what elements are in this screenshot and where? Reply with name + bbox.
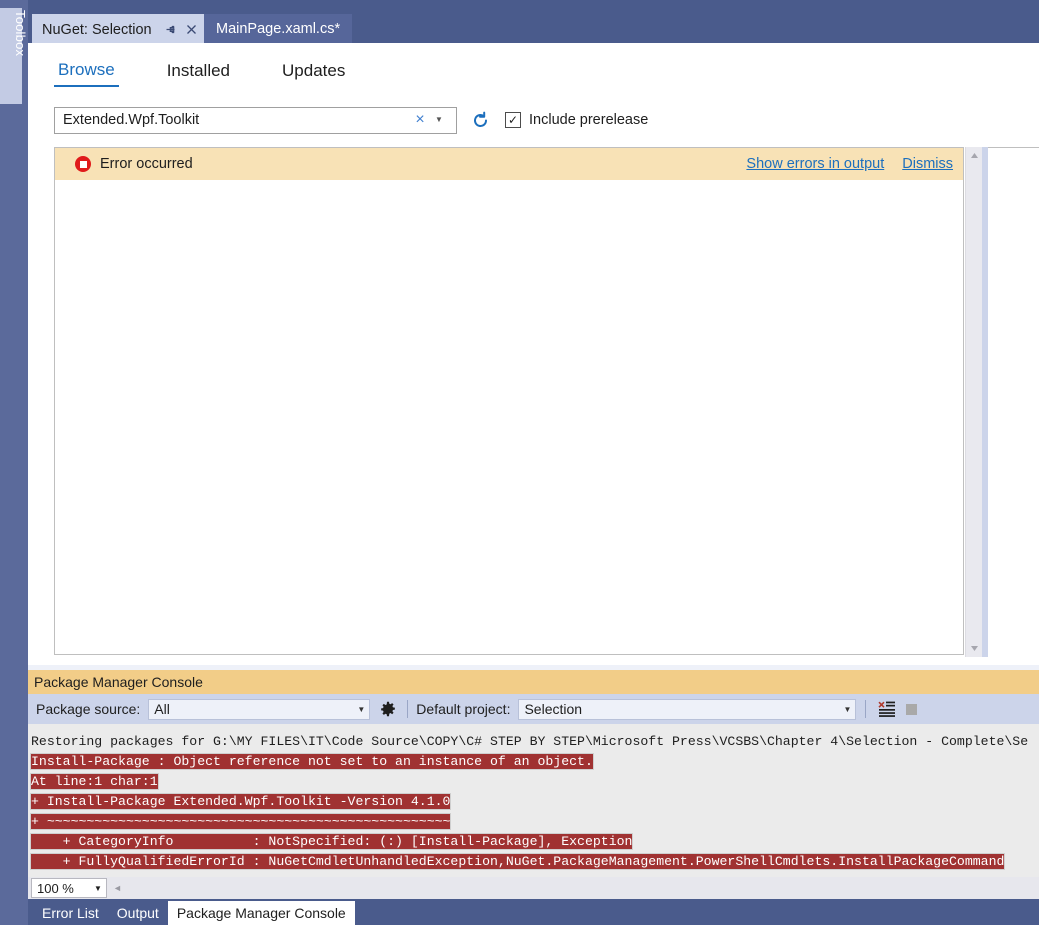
include-prerelease-label: Include prerelease — [529, 112, 649, 128]
toolbar-separator-2 — [865, 700, 867, 718]
package-list-area: Error occurred Show errors in output Dis… — [54, 147, 964, 655]
console-line-text: + FullyQualifiedErrorId : NuGetCmdletUnh… — [29, 853, 1006, 870]
close-icon[interactable] — [183, 20, 200, 40]
package-detail-pane — [988, 147, 1039, 657]
toolbox-label[interactable]: Toolbox — [0, 10, 28, 56]
tab-updates-label: Updates — [282, 60, 346, 80]
console-line-text: Restoring packages for G:\MY FILES\IT\Co… — [31, 734, 1029, 749]
package-list-scrollbar[interactable] — [965, 147, 982, 657]
package-source-label: Package source: — [36, 701, 141, 717]
tab-browse[interactable]: Browse — [54, 58, 119, 87]
dock-tab-output[interactable]: Output — [108, 901, 168, 925]
default-project-dropdown[interactable]: Selection ▼ — [518, 698, 857, 720]
show-errors-in-output-link[interactable]: Show errors in output — [746, 156, 884, 172]
console-line: Restoring packages for G:\MY FILES\IT\Co… — [28, 732, 1039, 752]
tab-updates[interactable]: Updates — [278, 59, 349, 86]
dock-tab-package-manager-console[interactable]: Package Manager Console — [167, 901, 355, 925]
error-stop-icon — [75, 156, 91, 172]
console-line: + CategoryInfo : NotSpecified: (:) [Inst… — [28, 832, 1039, 852]
search-input[interactable] — [55, 108, 410, 132]
console-toolbar: Package source: All ▼ Default project: S… — [28, 694, 1039, 724]
pin-icon[interactable] — [162, 20, 179, 40]
nuget-package-manager-panel: Browse Installed Updates × ▼ — [28, 43, 1039, 665]
package-source-dropdown[interactable]: All ▼ — [148, 698, 371, 720]
zoom-level-value: 100 % — [37, 880, 74, 896]
console-line-text: + CategoryInfo : NotSpecified: (:) [Inst… — [29, 833, 634, 850]
package-manager-console-panel: Package Manager Console Package source: … — [28, 665, 1039, 925]
default-project-label: Default project: — [416, 701, 511, 717]
dock-tab-package-manager-console-label: Package Manager Console — [176, 905, 346, 921]
clear-console-icon[interactable] — [876, 701, 898, 717]
scroll-up-icon[interactable] — [966, 147, 983, 164]
dock-tab-error-list[interactable]: Error List — [33, 901, 108, 925]
visual-studio-window: Toolbox NuGet: Selection MainPage.xaml.c… — [0, 0, 1039, 925]
scroll-left-icon[interactable]: ◄ — [109, 883, 126, 893]
dock-tab-error-list-label: Error List — [42, 905, 99, 921]
tab-installed-label: Installed — [166, 60, 231, 80]
tab-nuget-selection[interactable]: NuGet: Selection — [32, 14, 208, 43]
console-line: + ~~~~~~~~~~~~~~~~~~~~~~~~~~~~~~~~~~~~~~… — [28, 812, 1039, 832]
console-title-label: Package Manager Console — [34, 674, 203, 690]
console-line-text: + Install-Package Extended.Wpf.Toolkit -… — [29, 793, 452, 810]
bottom-dock-tabs: Error List Output Package Manager Consol… — [28, 899, 1039, 925]
tab-mainpage-xaml-cs-label: MainPage.xaml.cs* — [216, 20, 341, 37]
search-row: × ▼ ✓ Include prerelease — [28, 103, 1039, 137]
error-banner-text: Error occurred — [100, 156, 193, 172]
tab-browse-label: Browse — [58, 59, 115, 79]
tab-installed[interactable]: Installed — [163, 59, 234, 86]
search-box[interactable]: × ▼ — [54, 106, 457, 134]
gear-icon[interactable] — [378, 701, 398, 717]
refresh-icon[interactable] — [469, 109, 491, 131]
chevron-down-icon[interactable]: ▼ — [839, 705, 855, 714]
console-line: Install-Package : Object reference not s… — [28, 752, 1039, 772]
checkbox-check-glyph: ✓ — [507, 113, 519, 127]
tab-nuget-selection-label: NuGet: Selection — [42, 21, 152, 38]
console-line: At line:1 char:1 — [28, 772, 1039, 792]
checkbox-box[interactable]: ✓ — [505, 112, 521, 128]
stop-icon[interactable] — [906, 703, 918, 715]
search-dropdown-icon[interactable]: ▼ — [430, 116, 448, 124]
chevron-down-icon[interactable]: ▼ — [90, 884, 106, 893]
nuget-pivot-tabs: Browse Installed Updates — [28, 51, 393, 93]
console-line-partial — [28, 724, 1039, 732]
dismiss-link[interactable]: Dismiss — [902, 156, 953, 172]
chevron-down-icon[interactable]: ▼ — [353, 705, 369, 714]
tab-mainpage-xaml-cs[interactable]: MainPage.xaml.cs* — [204, 14, 353, 43]
scroll-down-icon[interactable] — [966, 640, 983, 657]
console-footer: 100 % ▼ ◄ — [28, 877, 1039, 899]
console-line-text: + ~~~~~~~~~~~~~~~~~~~~~~~~~~~~~~~~~~~~~~… — [29, 813, 452, 830]
console-line: + Install-Package Extended.Wpf.Toolkit -… — [28, 792, 1039, 812]
toolbar-separator — [407, 700, 409, 718]
console-line-text: Install-Package : Object reference not s… — [30, 753, 594, 770]
default-project-value: Selection — [524, 701, 583, 717]
toolbox-strip: Toolbox — [0, 0, 28, 925]
error-banner-links: Show errors in output Dismiss — [728, 156, 963, 172]
zoom-level-dropdown[interactable]: 100 % ▼ — [31, 878, 107, 898]
clear-search-icon[interactable]: × — [410, 112, 430, 128]
console-line-text: At line:1 char:1 — [30, 773, 159, 790]
console-title-bar: Package Manager Console — [28, 670, 1039, 694]
error-banner: Error occurred Show errors in output Dis… — [55, 148, 963, 180]
console-output[interactable]: Restoring packages for G:\MY FILES\IT\Co… — [28, 724, 1039, 877]
include-prerelease-checkbox[interactable]: ✓ Include prerelease — [505, 112, 648, 128]
package-source-value: All — [154, 701, 170, 717]
console-line: + FullyQualifiedErrorId : NuGetCmdletUnh… — [28, 852, 1039, 872]
dock-tab-output-label: Output — [116, 905, 159, 921]
editor-tab-strip: NuGet: Selection MainPage.xaml.cs* — [28, 0, 1039, 43]
